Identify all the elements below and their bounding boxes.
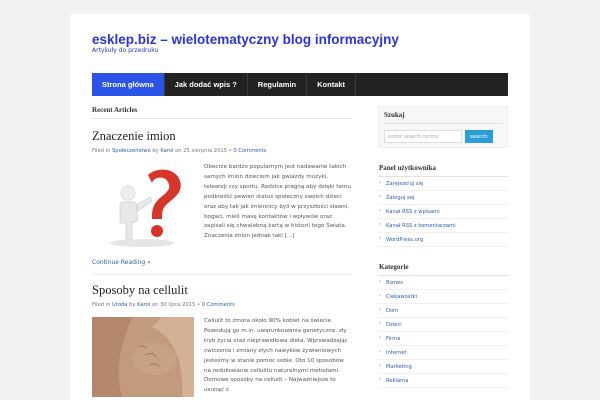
post-title[interactable]: Znaczenie imion	[92, 129, 352, 144]
categories-list: Biznes Ciekawostki Dom Dzieci Firma Inte…	[378, 276, 508, 388]
user-panel-widget: Panel użytkownika Zarejestruj się Zalogu…	[378, 164, 508, 247]
post-body: Obecnie bardzo popularnym jest nadawanie…	[92, 163, 352, 259]
category-item[interactable]: Internet	[378, 346, 508, 360]
author-link[interactable]: Karol	[137, 302, 150, 308]
category-item[interactable]: Ciekawostki	[378, 290, 508, 304]
search-row: enter search terms search	[384, 130, 502, 143]
filed-in-label: Filed in	[92, 148, 111, 154]
recent-articles-heading: Recent Articles	[92, 106, 352, 119]
categories-widget: Kategorie Biznes Ciekawostki Dom Dzieci …	[378, 263, 508, 388]
search-widget-title: Szukaj	[384, 111, 502, 124]
category-item[interactable]: Dzieci	[378, 318, 508, 332]
by-label: by	[129, 302, 136, 308]
search-widget: Szukaj enter search terms search	[378, 106, 508, 148]
categories-title: Kategorie	[378, 263, 508, 276]
post-title[interactable]: Sposoby na cellulit	[92, 283, 352, 298]
post-meta: Filed in Uroda by Karol on 30 lipca 2015…	[92, 302, 352, 308]
post-excerpt: Obecnie bardzo popularnym jest nadawanie…	[204, 164, 351, 240]
search-input[interactable]: enter search terms	[384, 130, 462, 143]
category-link[interactable]: Społeczeństwo	[112, 148, 151, 154]
register-link[interactable]: Zarejestruj się	[378, 177, 508, 191]
post: Sposoby na cellulit Filed in Uroda by Ka…	[92, 283, 352, 400]
category-item[interactable]: Biznes	[378, 276, 508, 290]
meta-bullet: •	[228, 148, 232, 154]
post-thumbnail-question-man[interactable]	[92, 163, 192, 248]
nav-item-rules[interactable]: Regulamin	[248, 73, 308, 96]
post-thumbnail-skin[interactable]	[92, 317, 194, 397]
nav-item-add-post[interactable]: Jak dodać wpis ?	[165, 73, 248, 96]
site-description: Artykuły do przedruku	[92, 47, 159, 54]
author-link[interactable]: Karol	[160, 148, 173, 154]
category-item[interactable]: Firma	[378, 332, 508, 346]
post-body: Cellulit to zmora około 90% kobiet na św…	[92, 317, 352, 400]
login-link[interactable]: Zaloguj się	[378, 191, 508, 205]
post-excerpt: Cellulit to zmora około 90% kobiet na św…	[204, 318, 348, 394]
post-divider	[92, 274, 352, 275]
post-date: on 30 lipca 2015	[151, 302, 196, 308]
rss-posts-link[interactable]: Kanał RSS z wpisami	[378, 205, 508, 219]
post-meta: Filed in Społeczeństwo by Karol on 25 si…	[92, 148, 352, 154]
comments-link[interactable]: 0 Comments	[233, 148, 266, 154]
sidebar: Szukaj enter search terms search Panel u…	[378, 106, 508, 388]
wordpress-link[interactable]: WordPress.org	[378, 233, 508, 247]
category-item[interactable]: Reklama	[378, 374, 508, 388]
post: Znaczenie imion Filed in Społeczeństwo b…	[92, 129, 352, 266]
category-link[interactable]: Uroda	[112, 302, 127, 308]
rss-comments-link[interactable]: Kanał RSS z komentarzami	[378, 219, 508, 233]
main-nav: Strona główna Jak dodać wpis ? Regulamin…	[92, 73, 508, 96]
nav-item-contact[interactable]: Kontakt	[307, 73, 357, 96]
search-button[interactable]: search	[465, 130, 493, 143]
skin-photo	[92, 317, 194, 397]
category-item[interactable]: Dom	[378, 304, 508, 318]
main-content: Recent Articles Znaczenie imion Filed in…	[92, 106, 352, 400]
nav-item-home[interactable]: Strona główna	[92, 73, 165, 96]
user-panel-title: Panel użytkownika	[378, 164, 508, 177]
meta-bullet: •	[197, 302, 201, 308]
site-title[interactable]: esklep.biz – wielotematyczny blog inform…	[92, 32, 399, 47]
page-container: esklep.biz – wielotematyczny blog inform…	[70, 14, 530, 400]
question-man-illustration	[110, 169, 181, 247]
user-panel-list: Zarejestruj się Zaloguj się Kanał RSS z …	[378, 177, 508, 247]
comments-link[interactable]: 0 Comments	[202, 302, 235, 308]
filed-in-label: Filed in	[92, 302, 111, 308]
by-label: by	[152, 148, 159, 154]
post-date: on 25 sierpnia 2015	[175, 148, 228, 154]
category-item[interactable]: Marketing	[378, 360, 508, 374]
continue-reading-link[interactable]: Continue Reading »	[92, 259, 352, 266]
